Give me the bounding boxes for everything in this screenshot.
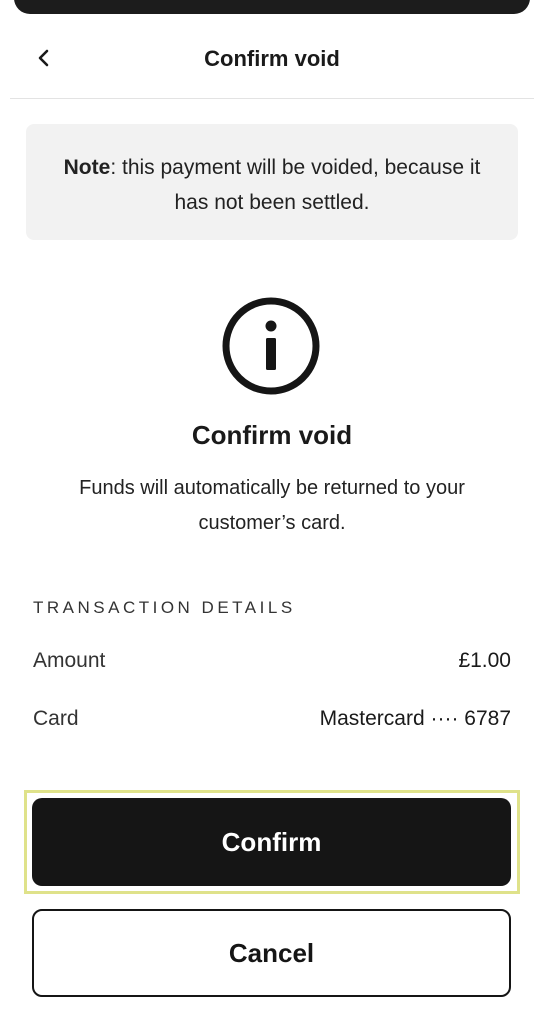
confirm-button[interactable]: Confirm: [32, 798, 511, 886]
status-bar: [14, 0, 530, 14]
confirm-heading: Confirm void: [191, 420, 353, 450]
info-circle-icon: [221, 296, 321, 396]
note-banner: Note: this payment will be voided, becau…: [26, 124, 518, 240]
confirm-description: Funds will automatically be returned to …: [79, 477, 465, 534]
note-text: : this payment will be voided, because i…: [110, 156, 481, 214]
card-row: Card Mastercard ···· 6787: [33, 707, 511, 735]
header-divider: [10, 98, 534, 99]
page-title: Confirm void: [204, 46, 340, 71]
amount-row: Amount £1.00: [33, 649, 511, 677]
amount-value: £1.00: [458, 649, 511, 672]
card-label: Card: [33, 707, 79, 730]
amount-label: Amount: [33, 649, 106, 672]
header: Confirm void: [0, 22, 544, 98]
note-bold-label: Note: [63, 156, 111, 179]
cancel-button[interactable]: Cancel: [32, 909, 511, 997]
transaction-details-label: TRANSACTION DETAILS: [33, 598, 296, 617]
card-value: Mastercard ···· 6787: [319, 707, 511, 730]
